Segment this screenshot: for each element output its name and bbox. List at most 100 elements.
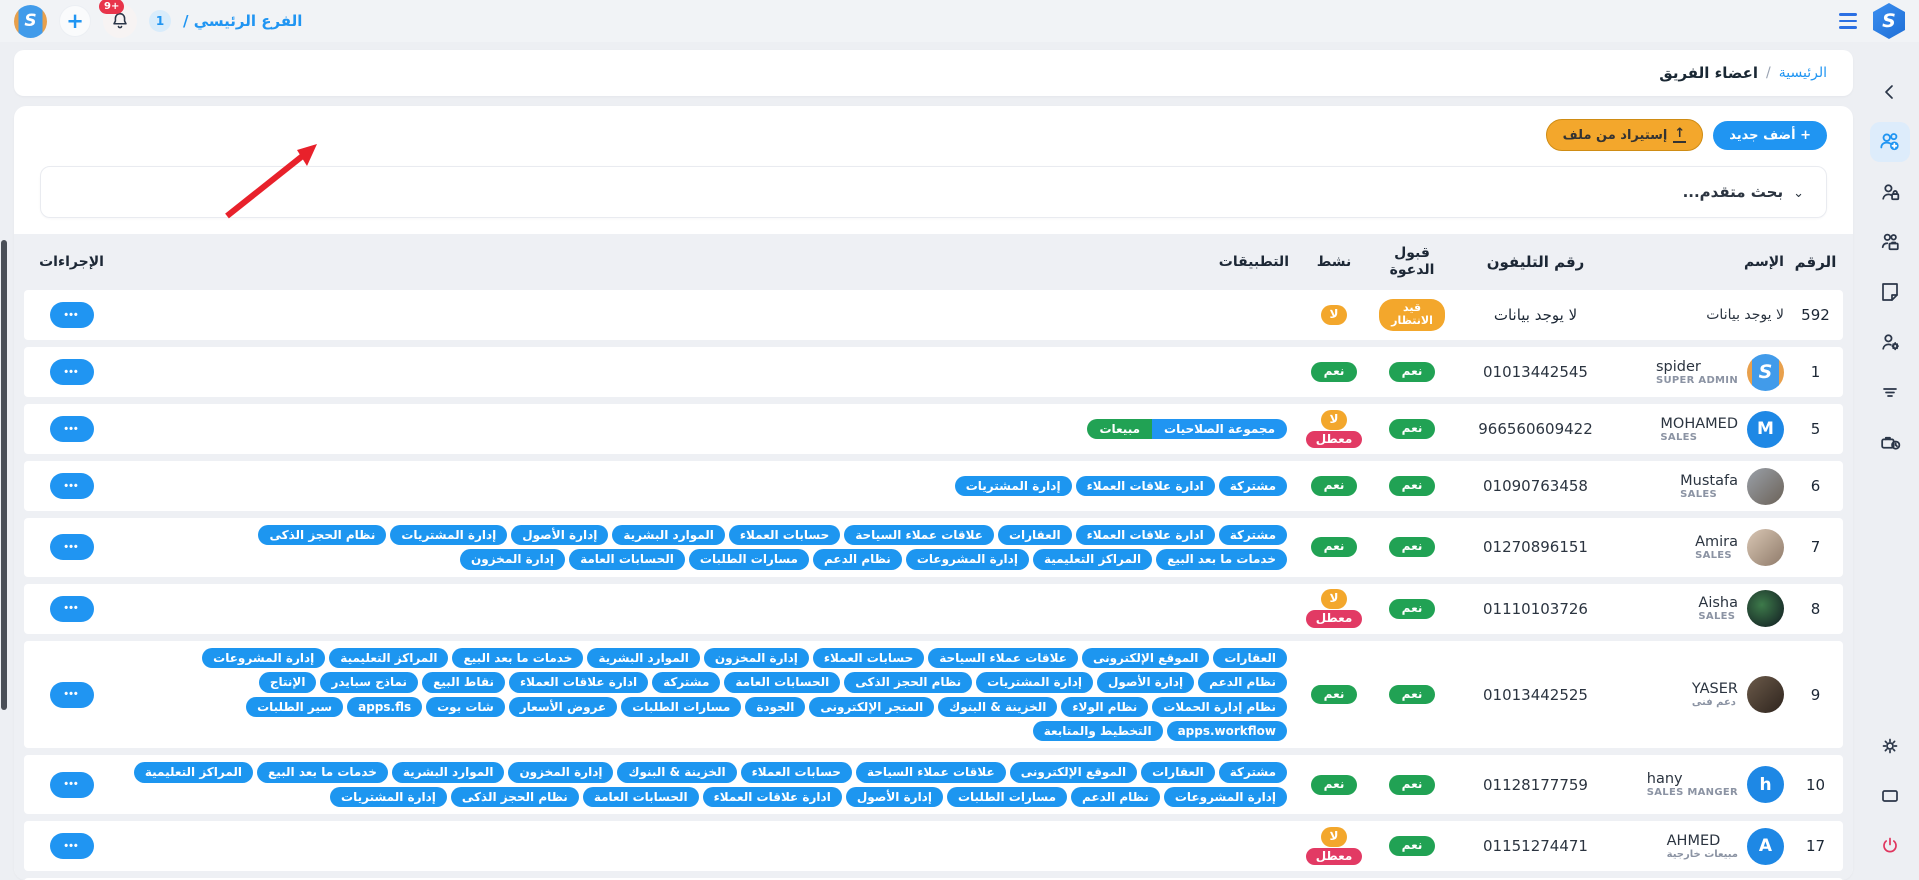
phone-number: 01128177759 [1483, 776, 1588, 794]
app-tag: العقارات [1213, 648, 1287, 668]
table-row: 592لا يوجد بياناتلا يوجد بياناتقيد الانت… [24, 290, 1843, 340]
active-no-badge: لا [1321, 410, 1348, 430]
app-tag: مشتركة [1219, 525, 1287, 545]
permission-group-tag: مجموعة الصلاحياتمبيعات [1087, 419, 1287, 439]
import-from-file-button[interactable]: ↑ إستيراد من ملف [1546, 119, 1704, 151]
active-cell: نعم [1297, 775, 1371, 795]
row-actions-button[interactable]: ••• [50, 596, 94, 622]
row-actions-button[interactable]: ••• [50, 682, 94, 708]
apps-cell [119, 844, 1297, 848]
app-tag: عروض الأسعار [509, 697, 617, 717]
invite-cell: نعم [1371, 685, 1453, 705]
branch-label[interactable]: الفرع الرئيسي / [183, 12, 302, 30]
member-role: SALES [1680, 489, 1717, 500]
active-cell: لامعطل [1297, 589, 1371, 628]
app-tag: إدارة الأصول [846, 787, 943, 807]
app-tag: خدمات ما بعد البيع [452, 648, 583, 668]
active-status-stack: لامعطل [1306, 589, 1363, 628]
member-role: دعم فنى [1692, 697, 1736, 708]
active-yes-badge: نعم [1311, 685, 1358, 705]
app-tag: علاقات عملاء السياحة [856, 762, 1006, 782]
sidebar-item-notes[interactable] [1870, 272, 1910, 312]
app-tag: سير الطلبات [246, 697, 343, 717]
company-avatar[interactable]: S [14, 5, 47, 38]
phone-cell: 01013442525 [1453, 686, 1618, 704]
app-tag: الموارد البشرية [612, 525, 725, 545]
sidebar-item-logout[interactable] [1870, 826, 1910, 866]
row-actions-button[interactable]: ••• [50, 416, 94, 442]
app-tag: الخزينة & البنوك [938, 697, 1057, 717]
member-name-cell: SspiderSUPER ADMIN [1618, 354, 1788, 391]
page-title: اعضاء الفريق [1659, 64, 1758, 82]
phone-number: 01270896151 [1483, 538, 1588, 556]
sidebar-item-user-settings[interactable] [1870, 322, 1910, 362]
notifications-button[interactable]: +9 [103, 4, 137, 38]
app-tag: apps.fls [347, 697, 422, 717]
sidebar-item-user-permissions[interactable] [1870, 172, 1910, 212]
sidebar-item-settings[interactable] [1870, 726, 1910, 766]
main-card: + أضف جديد ↑ إستيراد من ملف ⌄ بحث متقدم.… [14, 106, 1853, 880]
app-tag: خدمات ما بعد البيع [257, 762, 388, 782]
invite-cell: نعم [1371, 836, 1453, 856]
row-actions-button[interactable]: ••• [50, 833, 94, 859]
window-icon [1878, 784, 1902, 808]
sidebar [1861, 42, 1919, 880]
member-name-block: MustafaSALES [1680, 473, 1738, 500]
active-yes-badge: نعم [1311, 537, 1358, 557]
member-name-cell: لا يوجد بيانات [1618, 307, 1788, 323]
header-apps: التطبيقات [119, 252, 1297, 272]
phone-cell: 01128177759 [1453, 776, 1618, 794]
toolbar: + أضف جديد ↑ إستيراد من ملف [14, 118, 1853, 152]
app-tag: الجودة [745, 697, 805, 717]
member-name-block: AmiraSALES [1695, 534, 1738, 561]
app-tag: مسارات الطلبات [689, 549, 809, 569]
sidebar-item-apps-window[interactable] [1870, 776, 1910, 816]
app-tag: مشتركة [652, 672, 720, 692]
invite-yes-badge: نعم [1389, 362, 1436, 382]
member-name-block: YASERدعم فنى [1692, 681, 1738, 708]
add-new-button[interactable]: + أضف جديد [1713, 121, 1827, 150]
breadcrumb-home-link[interactable]: الرئيسية [1779, 65, 1827, 81]
actions-cell: ••• [24, 473, 119, 499]
app-tag: ادارة علاقات العملاء [509, 672, 648, 692]
branch-count-badge: 1 [149, 10, 171, 32]
member-name-block: لا يوجد بيانات [1706, 307, 1784, 323]
active-status-stack: لامعطل [1306, 410, 1363, 449]
active-yes-badge: نعم [1311, 362, 1358, 382]
row-actions-button[interactable]: ••• [50, 302, 94, 328]
invite-yes-badge: نعم [1389, 419, 1436, 439]
row-number: 1 [1788, 363, 1843, 381]
row-actions-button[interactable]: ••• [50, 772, 94, 798]
briefcase-clock-icon [1878, 430, 1903, 455]
app-tag: المراكز التعليمية [134, 762, 253, 782]
sidebar-item-team-members[interactable] [1870, 122, 1910, 162]
row-number: 592 [1788, 306, 1843, 324]
app-tag: المتجر الإلكترونى [809, 697, 934, 717]
row-actions-button[interactable]: ••• [50, 534, 94, 560]
topbar: S الفرع الرئيسي / 1 +9 + S [0, 0, 1919, 42]
table-row: 8AishaSALES01110103726نعملامعطل••• [24, 584, 1843, 634]
row-actions-button[interactable]: ••• [50, 359, 94, 385]
actions-cell: ••• [24, 833, 119, 859]
collapse-chevron-icon[interactable] [1870, 72, 1910, 112]
apps-cell: مشتركةادارة علاقات العملاءالعقاراتعلاقات… [119, 521, 1297, 574]
sidebar-item-employees[interactable] [1870, 222, 1910, 262]
page-scrollbar[interactable] [1, 240, 7, 710]
app-tag: apps.workflow [1167, 721, 1287, 741]
sidebar-item-attendance[interactable] [1870, 422, 1910, 462]
row-actions-button[interactable]: ••• [50, 473, 94, 499]
apps-cell: مشتركةادارة علاقات العملاءإدارة المشتريا… [119, 472, 1297, 500]
advanced-search-toggle[interactable]: ⌄ بحث متقدم... [40, 166, 1827, 218]
app-tag: الموارد البشرية [392, 762, 505, 782]
sidebar-item-filter[interactable] [1870, 372, 1910, 412]
quick-add-button[interactable]: + [59, 5, 91, 37]
member-name: AHMED [1667, 833, 1721, 849]
member-name-cell: AishaSALES [1618, 590, 1788, 627]
permission-group-name: مجموعة الصلاحيات [1152, 419, 1287, 439]
table-row: 9YASERدعم فنى01013442525نعمنعمالعقاراتال… [24, 641, 1843, 749]
member-name: لا يوجد بيانات [1706, 307, 1784, 323]
app-tag: ادارة علاقات العملاء [703, 787, 842, 807]
advanced-search-label: بحث متقدم... [1683, 183, 1784, 201]
hamburger-menu-icon[interactable] [1835, 9, 1861, 32]
member-name: MOHAMED [1660, 416, 1738, 432]
